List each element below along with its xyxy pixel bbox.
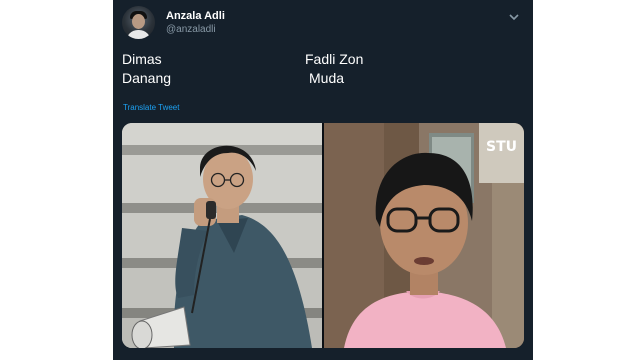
tweet-text-left: Dimas Danang: [122, 50, 171, 88]
tweet-line-fadli-zon: Fadli Zon: [305, 51, 364, 67]
photo-right-image: STU: [324, 123, 524, 348]
tweet-header: Anzala Adli @anzaladli: [122, 6, 524, 40]
tweet-line-dimas: Dimas: [122, 51, 162, 67]
avatar[interactable]: [122, 6, 155, 39]
translate-tweet-link[interactable]: Translate Tweet: [123, 103, 179, 112]
avatar-face: [132, 14, 145, 29]
chevron-down-icon[interactable]: [508, 12, 520, 22]
tweet-text-right: Fadli Zon Muda: [305, 50, 363, 88]
tweet-line-muda: Muda: [309, 70, 345, 86]
tweet-media[interactable]: STU: [122, 123, 524, 348]
display-name[interactable]: Anzala Adli: [166, 10, 225, 22]
photo-right[interactable]: STU: [324, 123, 524, 348]
user-handle[interactable]: @anzaladli: [166, 24, 216, 35]
svg-text:STU: STU: [486, 139, 517, 155]
avatar-body: [126, 30, 151, 39]
photo-left-image: [122, 123, 322, 348]
tweet-card: Anzala Adli @anzaladli Dimas Danang Fadl…: [113, 0, 533, 360]
tweet-line-danang: Danang: [122, 70, 172, 86]
photo-left[interactable]: [122, 123, 322, 348]
